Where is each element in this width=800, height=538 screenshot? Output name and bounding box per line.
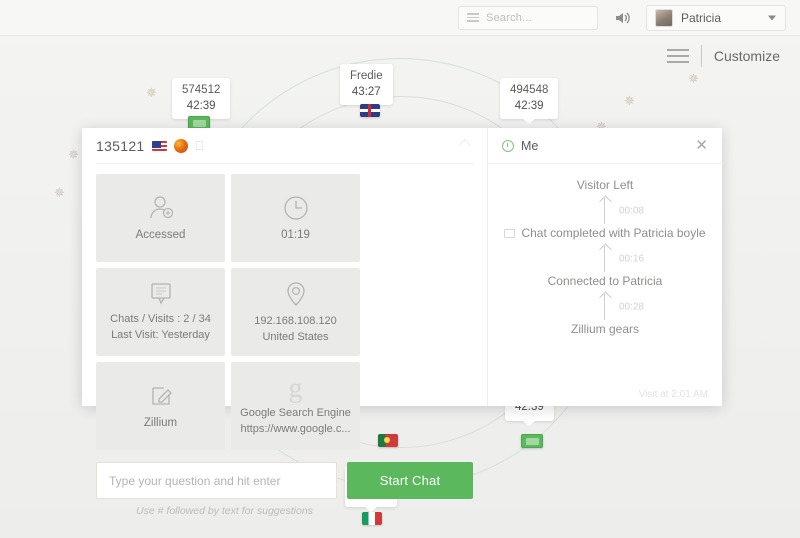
customize-button[interactable]: Customize [714, 48, 780, 64]
card-label: Zillium [139, 416, 182, 432]
timeline-time: 00:16 [619, 254, 644, 265]
card-referrer[interactable]: g Google Search Engine https://www.googl… [231, 362, 360, 450]
visitor-id: 135121 [96, 138, 145, 154]
clock-icon [281, 193, 311, 223]
question-input[interactable] [96, 462, 337, 499]
gear-icon: ✵ [146, 86, 157, 99]
card-accessed[interactable]: Accessed [96, 174, 225, 262]
visitor-time: 43:27 [350, 85, 383, 101]
top-bar: Search... Patricia [0, 0, 800, 36]
gear-icon: ✵ [624, 94, 635, 107]
timeline-event: Zillium gears [571, 322, 639, 336]
visitor-time: 42:39 [510, 99, 548, 115]
visitor-time: 42:39 [182, 99, 220, 115]
visitor-bubble[interactable]: Fredie 43:27 [340, 64, 393, 105]
timeline-connector: 00:08 [488, 192, 722, 226]
card-location[interactable]: 192.168.108.120 United States [231, 268, 360, 356]
card-label: Accessed [131, 228, 191, 244]
hamburger-icon[interactable] [667, 49, 689, 63]
timeline-time: 00:28 [619, 302, 644, 313]
chevron-up-icon[interactable] [458, 139, 471, 152]
card-label-chats: Chats / Visits : 2 / 34 [105, 312, 216, 327]
google-g-icon: g [289, 376, 303, 401]
card-label-ip: 192.168.108.120 [249, 314, 342, 329]
stat-card-grid: Accessed 01:19 [96, 164, 473, 450]
card-label-country: United States [257, 330, 333, 345]
modal-left-pane: 135121  Accessed [82, 128, 487, 406]
user-name: Patricia [681, 11, 721, 25]
arrow-up-icon [600, 242, 610, 272]
search-menu-icon [467, 13, 479, 22]
app-root: ✵ ✵ ✵ ✵ ✵ ✵ Search... Patricia Customize [0, 0, 800, 538]
visitor-bubble[interactable]: 494548 42:39 [500, 78, 558, 119]
divider [701, 45, 702, 67]
close-icon[interactable]: ✕ [695, 138, 708, 153]
arrow-up-icon [600, 290, 610, 320]
arrow-up-icon [600, 194, 610, 224]
visitor-detail-modal: 135121  Accessed [82, 128, 722, 406]
card-chats-visits[interactable]: Chats / Visits : 2 / 34 Last Visit: Yest… [96, 268, 225, 356]
right-panel-header: Me ✕ [488, 128, 722, 164]
timeline-connector: 00:16 [488, 240, 722, 274]
visitor-bubble[interactable]: 574512 42:39 [172, 78, 230, 119]
firefox-icon [174, 139, 188, 153]
edit-pencil-icon [146, 381, 176, 411]
chat-bubble-icon [146, 281, 176, 307]
right-panel-title: Me [521, 139, 538, 153]
card-label-lastvisit: Last Visit: Yesterday [106, 328, 215, 343]
search-placeholder: Search... [486, 12, 532, 24]
gear-icon: ✵ [688, 72, 699, 85]
card-label-referrer-url: https://www.google.c... [235, 422, 355, 437]
money-icon[interactable] [521, 434, 543, 448]
visitor-id: Fredie [350, 69, 383, 85]
timeline-time: 00:08 [619, 206, 644, 217]
user-menu[interactable]: Patricia [646, 5, 786, 31]
gear-icon: ✵ [54, 186, 65, 199]
activity-timeline: Visitor Left 00:08 Chat completed with P… [488, 164, 722, 336]
visit-timestamp: Visit at 2:01 AM [639, 389, 708, 400]
visitor-id: 494548 [510, 83, 548, 99]
location-pin-icon [282, 279, 310, 309]
modal-header: 135121  [96, 128, 473, 164]
timeline-event: Chat completed with Patricia boyle [521, 226, 705, 240]
card-duration[interactable]: 01:19 [231, 174, 360, 262]
timeline-event: Visitor Left [577, 178, 633, 192]
clock-icon [502, 140, 514, 152]
user-accessed-icon [146, 193, 176, 223]
flag-uk-icon[interactable] [360, 104, 380, 117]
card-site[interactable]: Zillium [96, 362, 225, 450]
apple-icon:  [195, 139, 205, 152]
flag-us-icon [152, 141, 167, 151]
avatar [655, 9, 673, 27]
modal-right-pane: Me ✕ Visitor Left 00:08 Chat completed w… [487, 128, 722, 406]
search-input[interactable]: Search... [458, 6, 598, 30]
chat-compose-row: Start Chat [96, 450, 473, 499]
card-label: 01:19 [276, 228, 315, 244]
gear-icon: ✵ [68, 148, 79, 161]
start-chat-button[interactable]: Start Chat [347, 462, 473, 499]
customize-bar: Customize [667, 45, 780, 67]
timeline-event-row: Chat completed with Patricia boyle [504, 226, 705, 240]
visitor-id: 574512 [182, 83, 220, 99]
timeline-event: Connected to Patricia [548, 274, 663, 288]
timeline-connector: 00:28 [488, 288, 722, 322]
chevron-down-icon [768, 15, 776, 20]
speaker-icon[interactable] [612, 8, 632, 28]
chat-bubble-icon [504, 229, 515, 238]
compose-hint: Use # followed by text for suggestions [96, 499, 473, 517]
card-label-referrer: Google Search Engine [235, 406, 356, 421]
